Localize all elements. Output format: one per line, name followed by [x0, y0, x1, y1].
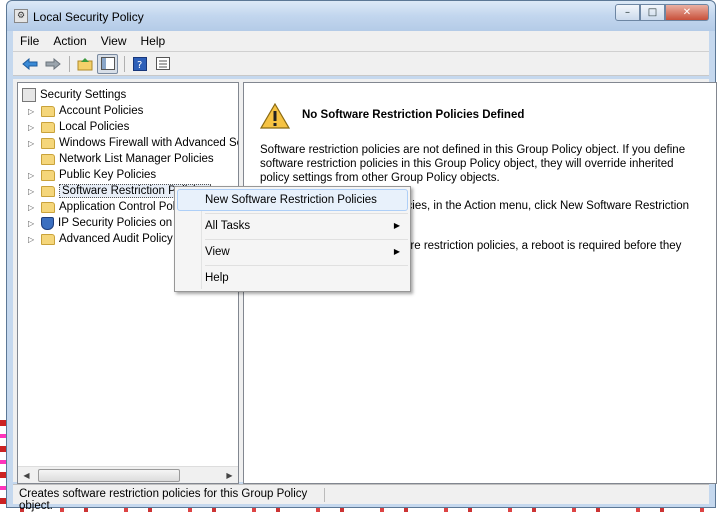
- scroll-left-icon[interactable]: ◀: [18, 471, 35, 480]
- up-folder-icon: [77, 57, 92, 70]
- title-bar[interactable]: ⚙ Local Security Policy – □ ✕: [7, 1, 715, 31]
- context-menu: New Software Restriction Policies All Ta…: [174, 186, 411, 292]
- app-icon: ⚙: [14, 9, 28, 23]
- maximize-button[interactable]: □: [640, 4, 665, 21]
- menu-item-label: View: [205, 246, 230, 258]
- tree-item-label: Local Policies: [59, 121, 130, 133]
- menu-item-view[interactable]: View ▶: [177, 241, 408, 263]
- menu-help[interactable]: Help: [134, 34, 173, 48]
- details-paragraph-partial: are restriction policies, a reboot is re…: [404, 240, 682, 252]
- folder-icon: [41, 137, 55, 149]
- tree-root[interactable]: Security Settings: [22, 87, 126, 103]
- expand-arrow-icon[interactable]: ▷: [28, 187, 38, 196]
- folder-icon: [41, 185, 55, 197]
- tree-item-local-policies[interactable]: ▷ Local Policies: [28, 119, 129, 135]
- show-hide-console-tree-button[interactable]: [97, 53, 118, 74]
- menu-item-new-software-restriction-policies[interactable]: New Software Restriction Policies: [177, 189, 408, 211]
- close-button[interactable]: ✕: [665, 4, 709, 21]
- expand-arrow-icon[interactable]: ▷: [28, 219, 38, 228]
- svg-text:?: ?: [137, 60, 142, 71]
- menu-item-label: New Software Restriction Policies: [205, 194, 377, 206]
- folder-icon: [41, 121, 55, 133]
- back-button[interactable]: [19, 54, 40, 74]
- menu-item-all-tasks[interactable]: All Tasks ▶: [177, 215, 408, 237]
- tree-item-label: Account Policies: [59, 105, 144, 117]
- forward-icon: [45, 57, 61, 70]
- menu-action[interactable]: Action: [46, 34, 93, 48]
- horizontal-scrollbar[interactable]: ◀ ▶: [18, 466, 238, 483]
- help-button[interactable]: ?: [129, 54, 150, 74]
- expand-arrow-icon[interactable]: ▷: [28, 203, 38, 212]
- expand-arrow-icon[interactable]: ▷: [28, 171, 38, 180]
- details-heading: No Software Restriction Policies Defined: [302, 109, 525, 121]
- tree-item-label: IP Security Policies on Lo: [58, 217, 189, 229]
- tree-item-account-policies[interactable]: ▷ Account Policies: [28, 103, 143, 119]
- warning-icon: [260, 103, 290, 129]
- toolbar-separator: [124, 55, 125, 72]
- window-title: Local Security Policy: [33, 10, 144, 24]
- show-hide-tree-icon: [100, 57, 115, 70]
- menu-file[interactable]: File: [13, 34, 46, 48]
- tree-root-label: Security Settings: [40, 89, 127, 101]
- menu-item-help[interactable]: Help: [177, 267, 408, 289]
- ip-security-icon: [41, 216, 54, 230]
- menu-separator: [205, 213, 408, 214]
- tree-item-label: Windows Firewall with Advanced Secu: [59, 137, 239, 149]
- menu-separator: [205, 265, 408, 266]
- minimize-button[interactable]: –: [615, 4, 640, 21]
- folder-icon: [41, 105, 55, 117]
- menu-separator: [205, 239, 408, 240]
- properties-icon: [155, 57, 170, 70]
- expand-arrow-icon[interactable]: ▷: [28, 139, 38, 148]
- tree-item-windows-firewall[interactable]: ▷ Windows Firewall with Advanced Secu: [28, 135, 239, 151]
- menu-bar: File Action View Help: [13, 31, 709, 52]
- tree-item-label: Application Control Polic: [59, 201, 184, 213]
- folder-icon: [41, 169, 55, 181]
- folder-icon: [41, 153, 55, 165]
- expand-arrow-icon[interactable]: ▷: [28, 123, 38, 132]
- expand-arrow-icon[interactable]: ▷: [28, 107, 38, 116]
- expand-arrow-icon[interactable]: ▷: [28, 235, 38, 244]
- status-text: Creates software restriction policies fo…: [19, 488, 325, 512]
- submenu-arrow-icon: ▶: [393, 247, 400, 256]
- tree-item-label: Network List Manager Policies: [59, 153, 214, 165]
- tree-item-public-key-policies[interactable]: ▷ Public Key Policies: [28, 167, 156, 183]
- security-settings-icon: [22, 88, 36, 102]
- submenu-arrow-icon: ▶: [393, 221, 400, 230]
- details-paragraph-partial: icies, in the Action menu, click New Sof…: [404, 200, 690, 212]
- tree-item-advanced-audit-policy[interactable]: ▷ Advanced Audit Policy C: [28, 231, 184, 247]
- help-icon: ?: [132, 56, 147, 71]
- tree-item-ip-security-policies[interactable]: ▷ IP Security Policies on Lo: [28, 215, 188, 231]
- scroll-right-icon[interactable]: ▶: [221, 471, 238, 480]
- status-bar: Creates software restriction policies fo…: [13, 484, 709, 512]
- forward-button[interactable]: [42, 54, 63, 74]
- folder-icon: [41, 201, 55, 213]
- tree-item-label: Public Key Policies: [59, 169, 157, 181]
- toolbar-separator: [69, 55, 70, 72]
- window-controls: – □ ✕: [615, 4, 709, 21]
- folder-icon: [41, 233, 55, 245]
- up-one-level-button[interactable]: [74, 54, 95, 74]
- scrollbar-thumb[interactable]: [38, 468, 180, 482]
- tree-item-application-control-policies[interactable]: ▷ Application Control Polic: [28, 199, 184, 215]
- menu-view[interactable]: View: [94, 34, 134, 48]
- properties-button[interactable]: [152, 54, 173, 74]
- tree-item-label: Advanced Audit Policy C: [59, 233, 185, 245]
- details-paragraph: Software restriction policies are not de…: [260, 144, 686, 184]
- back-icon: [21, 57, 37, 70]
- menu-item-label: Help: [205, 272, 229, 284]
- toolbar: ?: [13, 52, 709, 76]
- tree-item-network-list-manager[interactable]: Network List Manager Policies: [28, 151, 214, 167]
- menu-item-label: All Tasks: [205, 220, 251, 232]
